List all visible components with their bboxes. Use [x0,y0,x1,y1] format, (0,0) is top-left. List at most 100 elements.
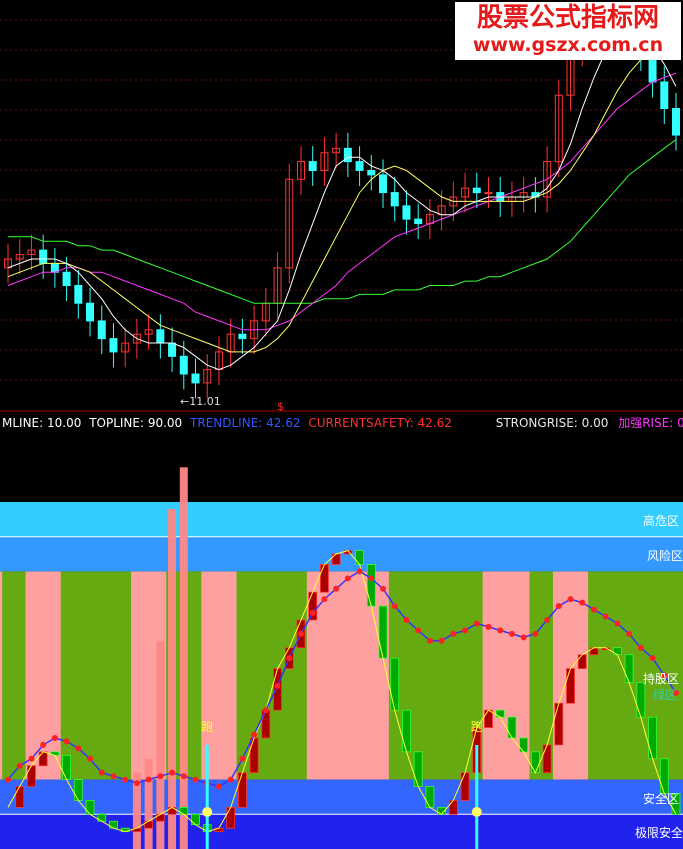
trend-dot [215,783,222,790]
step-bar [366,564,376,607]
trend-dot [391,603,398,610]
green-zone-band [60,571,132,780]
step-bar [237,772,247,808]
candle-body [179,355,188,375]
candle-body [156,329,165,344]
trend-dot [368,575,375,582]
trend-dot [239,755,246,762]
trend-dot [40,741,47,748]
step-bar [355,550,364,565]
volume-bar [144,758,153,849]
trend-dot [5,776,11,783]
trend-dot [649,655,656,662]
step-bar [320,564,329,593]
candle-body [62,271,71,287]
candle-body [308,161,317,171]
step-bar [659,758,669,794]
trend-dot [462,627,469,634]
candle-body [414,218,423,225]
trend-dot [192,776,199,783]
candle-body [355,161,364,171]
trend-dot [286,655,293,662]
candle-body [238,333,247,340]
candle-body [402,205,411,220]
step-bar [425,786,435,808]
trendline-readout: TRENDLINE: 42.62 [190,416,301,430]
step-bar [167,806,177,815]
risk-band [0,536,683,572]
trend-dot [426,637,433,644]
step-bar [155,813,165,822]
run-signal-icon [202,807,213,817]
step-bar [448,800,458,815]
trend-dot [157,773,164,780]
step-bar [179,806,189,815]
trend-dot [473,620,480,627]
trend-dot [133,780,140,787]
mline-readout: MLINE: 10.00 [2,416,82,430]
step-bar [484,709,493,728]
trend-dot [415,627,422,634]
volume-bar [179,467,188,849]
step-bar [624,654,634,683]
step-bar [519,737,529,753]
candle-body [74,285,83,304]
candle-body [472,187,481,194]
trend-dot [344,575,351,582]
trend-dot [51,734,58,741]
ma30-line [7,72,677,331]
high-risk-band [0,502,683,537]
watermark-url: www.gszx.com.cn [472,34,664,56]
trend-dot [16,762,23,769]
trend-dot [380,585,387,592]
candle-body [367,169,376,176]
step-bar [109,820,118,829]
step-bar [507,716,517,739]
trend-dot [532,630,539,637]
step-bar [249,737,259,774]
step-bar [613,647,622,656]
trend-dot [262,707,269,714]
zone-label-hold: 持股区 [642,672,679,686]
trend-dot [403,616,410,623]
trend-dot [122,776,129,783]
step-bar [648,716,657,760]
step-bar [577,654,587,669]
trend-dot [544,616,551,623]
stock-indicator-chart: 跑 跑 股票公式指标网 www.gszx.com.cn MLINE: 10.00 … [0,0,683,849]
trend-dot [297,630,304,637]
zone-label-green: 绿区 [652,688,677,702]
step-bar [589,647,599,656]
currentsafety-readout: CURRENTSAFETY: 42.62 [308,416,452,430]
trend-dot [110,773,117,780]
ma5-line [7,32,677,371]
step-bar [331,553,341,565]
trend-dot [321,596,328,603]
zone-label-extreme-safe: 极限安全 [634,826,683,840]
trend-dot [309,610,316,617]
step-bar [97,813,107,822]
trend-dot [590,606,597,613]
trend-dot [251,731,258,738]
candle-body [484,192,493,195]
candle-body [379,174,388,194]
candle-body [168,342,177,357]
step-bar [73,779,83,801]
step-bar [191,813,200,826]
candle-body [97,320,106,340]
step-bar [402,709,411,753]
trend-dot [579,599,586,606]
step-bar [530,751,540,774]
candle-body [660,81,669,110]
strongrise-readout: STRONGRISE: 0.00 [495,416,609,430]
enhanced-rise-readout: 加强RISE: 0.00 [618,416,683,430]
step-bar [15,786,25,808]
step-bar [495,709,505,718]
trend-dot [602,613,609,620]
candle-body [109,338,118,353]
trend-dot [438,637,445,644]
ma10-line [7,50,677,353]
trend-dot [333,585,340,592]
safe-band [0,779,683,815]
step-bar [378,605,388,659]
